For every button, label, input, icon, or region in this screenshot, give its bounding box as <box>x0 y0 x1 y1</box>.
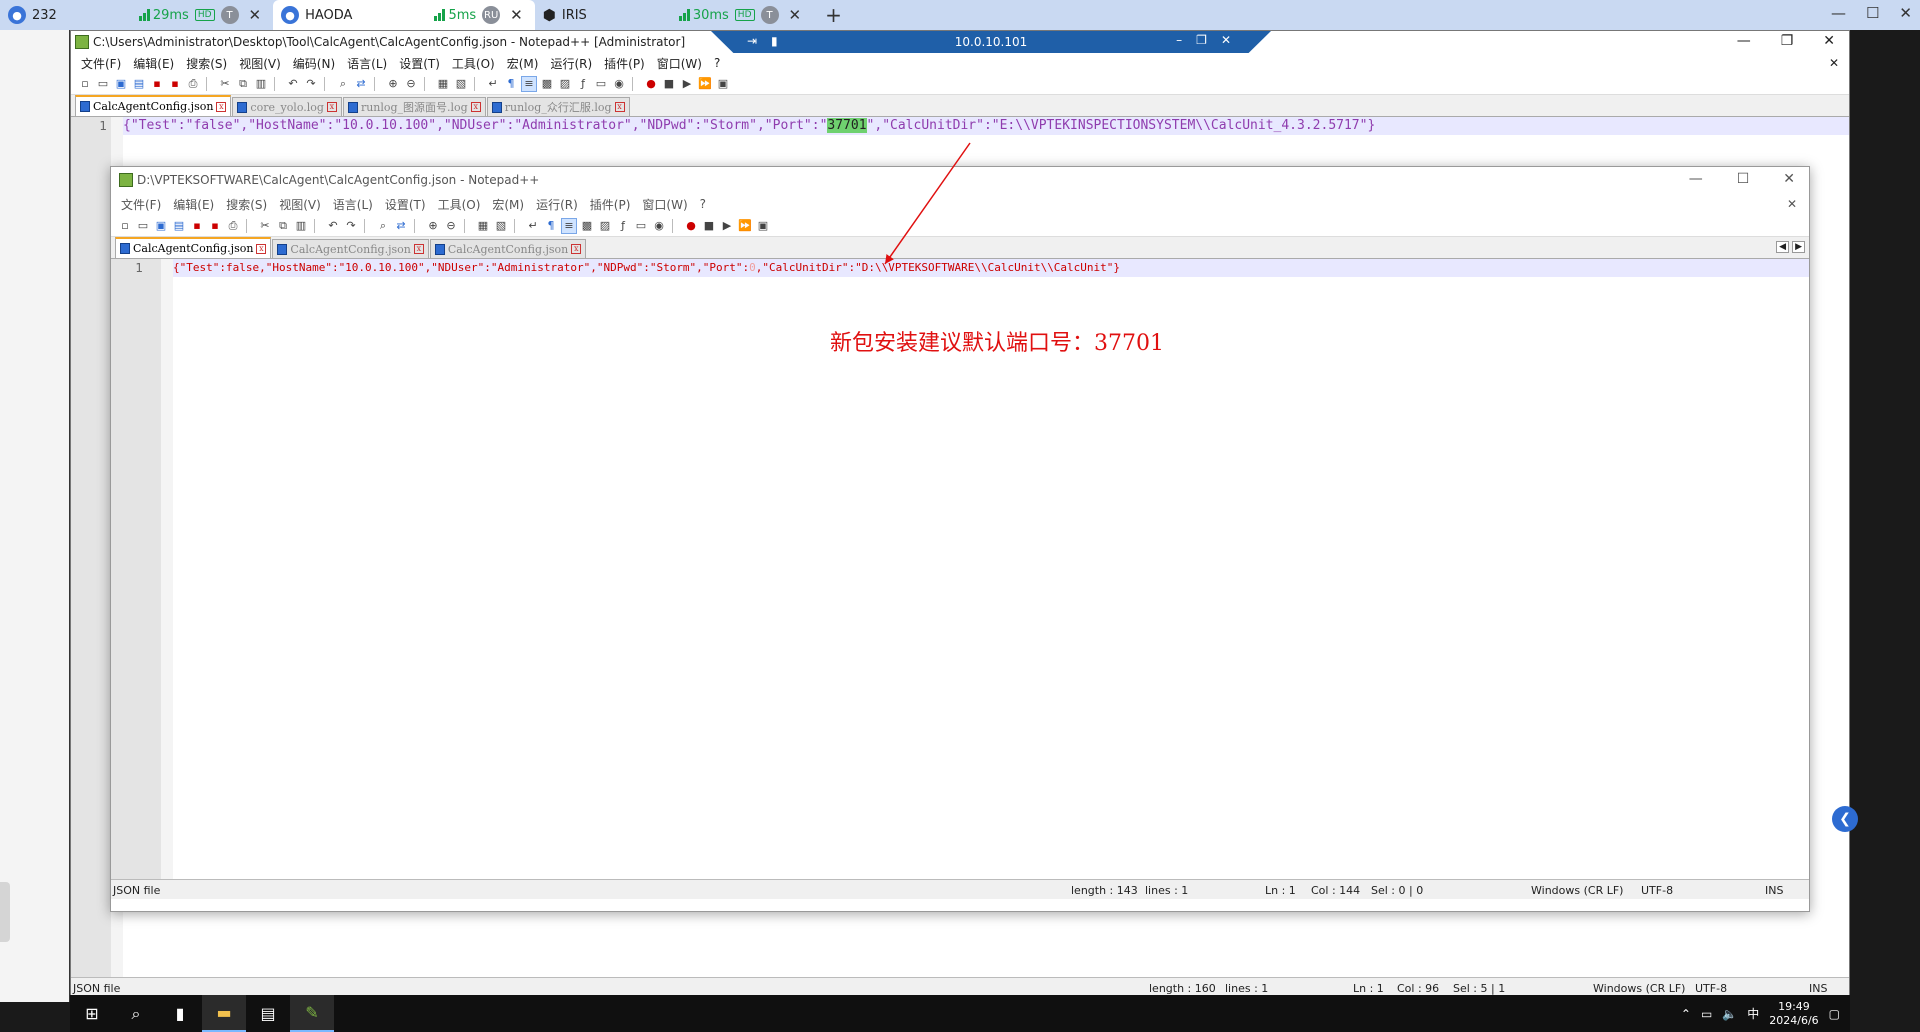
expand-panel-icon[interactable]: ❮ <box>1832 806 1858 832</box>
screen: ● 232 29ms HD T ✕ ● HAODA 5ms RU ✕ ⬢ IRI… <box>0 0 1920 1032</box>
server-manager-icon[interactable]: ▤ <box>246 995 290 1032</box>
network-icon[interactable]: ▭ <box>1701 1007 1712 1021</box>
annotation-note: 新包安装建议默认端口号：37701 <box>830 331 1164 356</box>
clock-date: 2024/6/6 <box>1769 1013 1819 1027</box>
notepad-plus-plus-icon[interactable]: ✎ <box>290 995 334 1032</box>
notification-icon[interactable]: ▢ <box>1829 1007 1840 1021</box>
annotation-arrow <box>884 142 971 265</box>
security-app-icon[interactable]: ▮ <box>158 995 202 1032</box>
search-icon[interactable]: ⌕ <box>114 995 158 1032</box>
clock[interactable]: 19:49 2024/6/6 <box>1769 1000 1818 1028</box>
clock-time: 19:49 <box>1778 999 1810 1013</box>
ime-indicator[interactable]: 中 <box>1747 1005 1759 1022</box>
windows-start-icon[interactable]: ⊞ <box>70 995 114 1032</box>
file-explorer-icon[interactable]: ▬ <box>202 995 246 1032</box>
taskbar: ⊞ ⌕ ▮ ▬ ▤ ✎ ⌃ ▭ 🔈 中 19:49 2024/6/6 ▢ <box>70 995 1850 1032</box>
system-tray: ⌃ ▭ 🔈 中 19:49 2024/6/6 ▢ <box>1681 995 1840 1032</box>
volume-icon[interactable]: 🔈 <box>1722 1007 1737 1021</box>
chevron-up-icon[interactable]: ⌃ <box>1681 1007 1691 1021</box>
